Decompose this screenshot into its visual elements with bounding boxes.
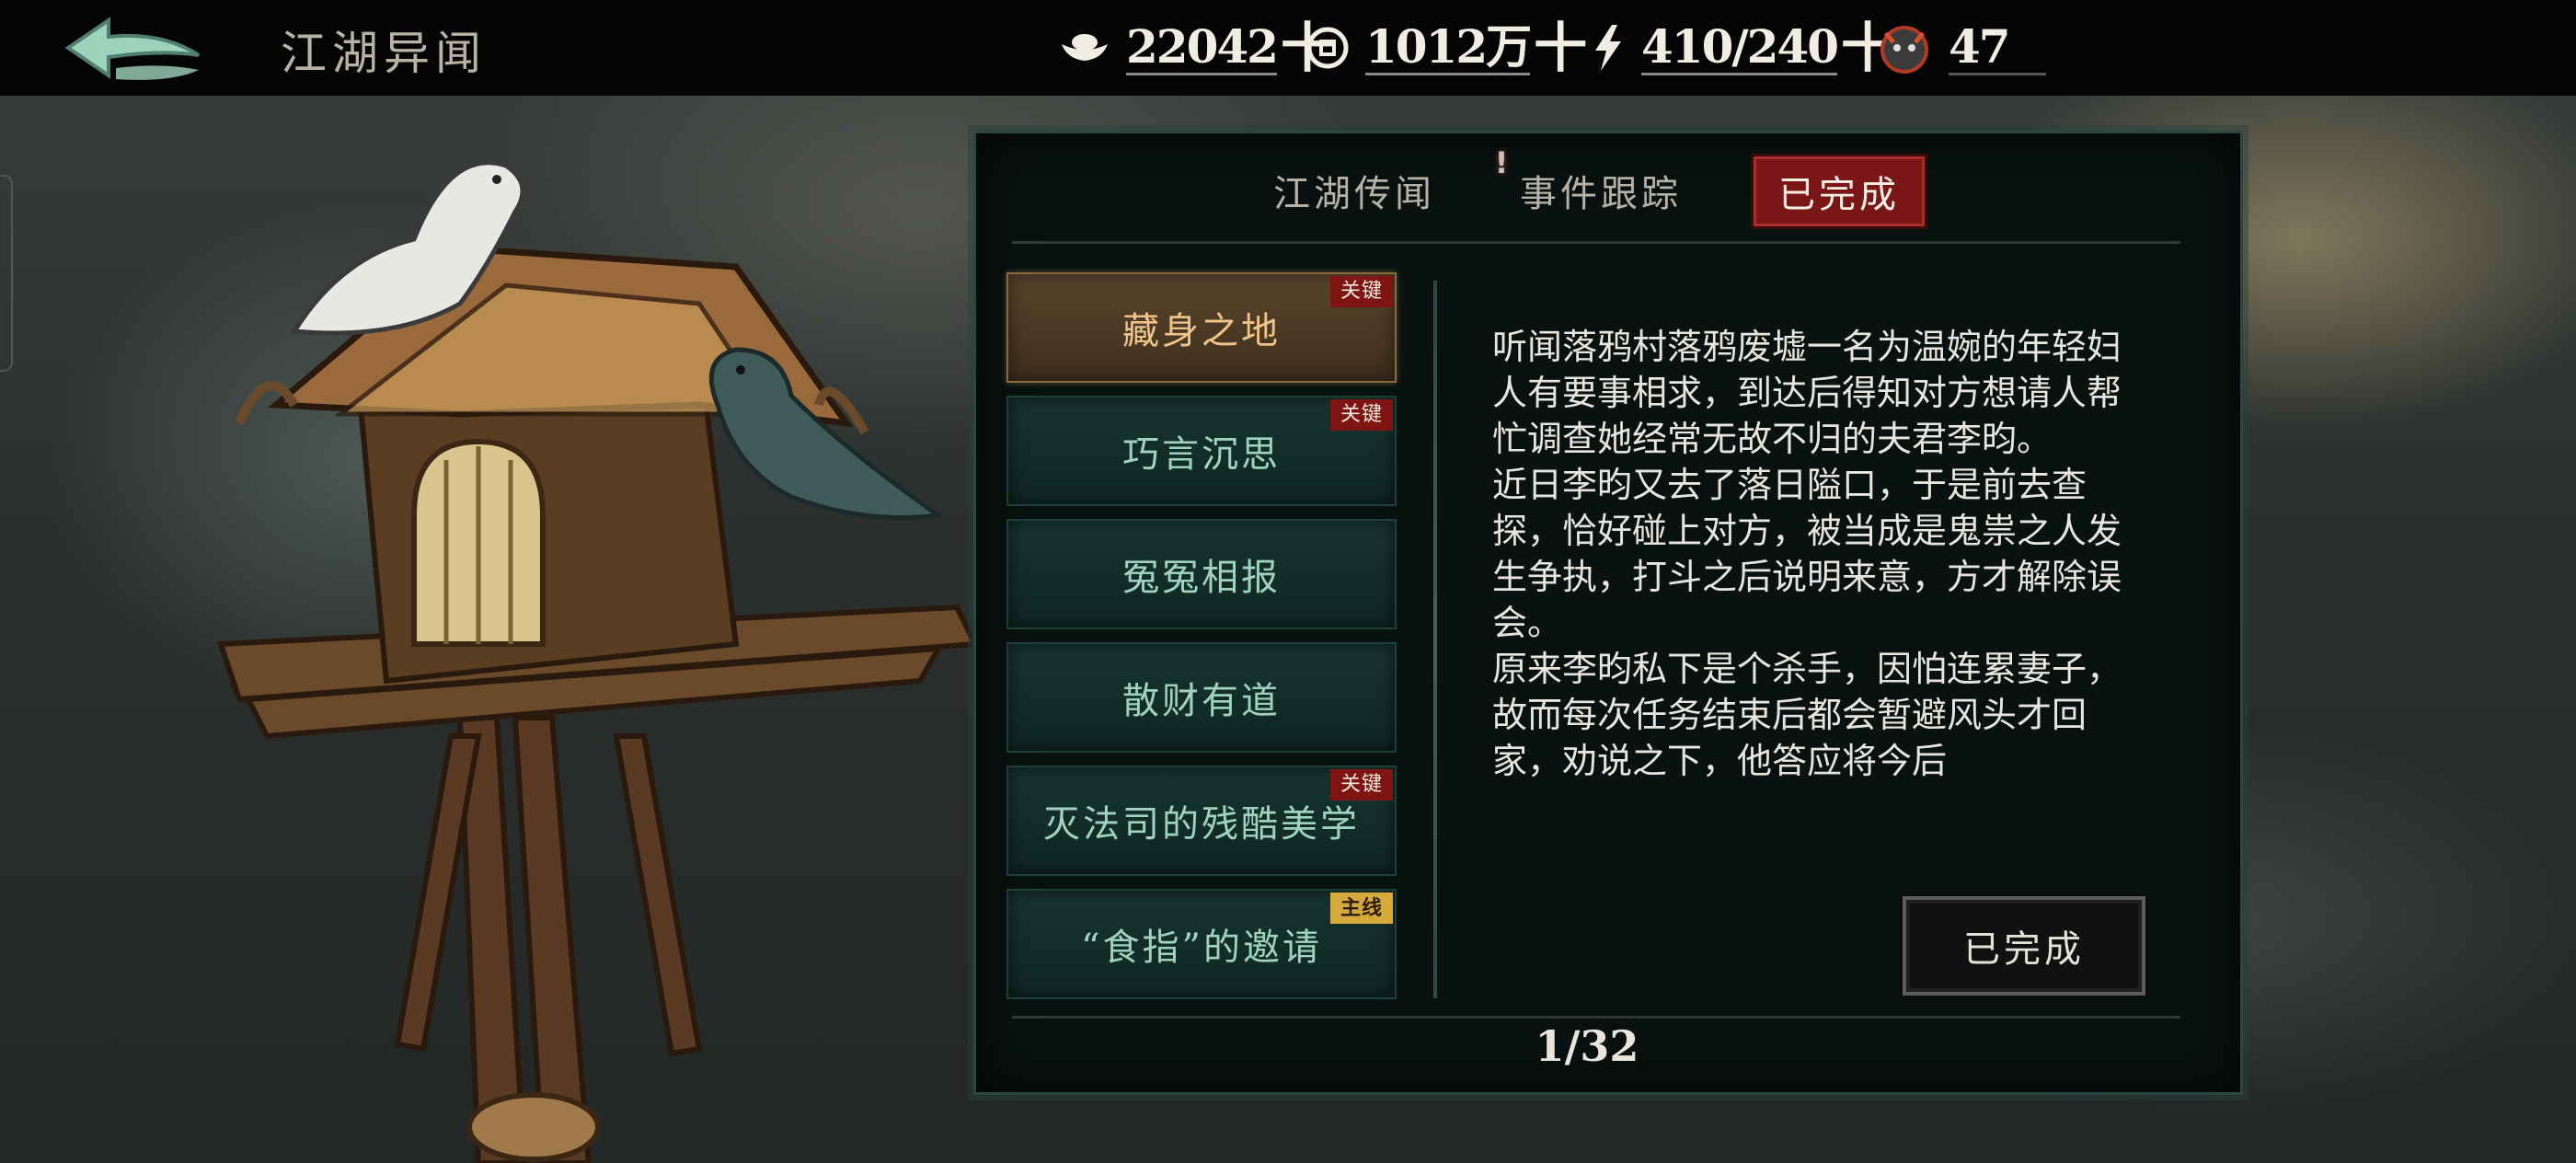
lightning-icon bbox=[1592, 25, 1625, 71]
tab-rumors[interactable]: 江湖传闻 bbox=[1273, 164, 1435, 217]
event-item-invitation[interactable]: “食指”的邀请 主线 bbox=[1006, 889, 1397, 999]
event-item-cruel-aesthetics[interactable]: 灭法司的残酷美学 关键 bbox=[1006, 766, 1397, 876]
description-paragraph: 听闻落鸦村落鸦废墟一名为温婉的年轻妇人有要事相求，到达后得知对方想请人帮忙调查她… bbox=[1492, 327, 2122, 459]
copper-coin-icon bbox=[1306, 27, 1349, 69]
demon-mask-icon bbox=[1877, 20, 1932, 75]
event-description[interactable]: 听闻落鸦村落鸦废墟一名为温婉的年轻妇人有要事相求，到达后得知对方想请人帮忙调查她… bbox=[1492, 324, 2136, 816]
pigeon-post-artwork bbox=[216, 160, 980, 1163]
event-item-revenge[interactable]: 冤冤相报 bbox=[1006, 519, 1397, 629]
key-tag: 关键 bbox=[1330, 399, 1393, 431]
tab-completed[interactable]: 已完成 bbox=[1754, 156, 1925, 226]
event-item-giving-wealth[interactable]: 散财有道 bbox=[1006, 642, 1397, 753]
silver-ingot-icon bbox=[1060, 31, 1110, 64]
description-paragraph: 近日李昀又去了落日隘口，于是前去查探，恰好碰上对方，被当成是鬼祟之人发生争执，打… bbox=[1492, 465, 2122, 643]
event-label: 巧言沉思 bbox=[1122, 433, 1281, 476]
page-title: 江湖异闻 bbox=[281, 27, 487, 80]
event-label: 灭法司的残酷美学 bbox=[1043, 803, 1360, 846]
coin-resource: 1012万十 bbox=[1306, 20, 1587, 75]
event-label: “食指”的邀请 bbox=[1081, 927, 1322, 969]
side-drawer-handle[interactable] bbox=[0, 175, 13, 372]
completed-status-button[interactable]: 已完成 bbox=[1903, 896, 2145, 996]
top-bar: 江湖异闻 22042 十 1012万十 410/240 十 47 bbox=[0, 0, 2576, 96]
back-arrow-icon bbox=[64, 17, 201, 80]
list-divider bbox=[1433, 281, 1437, 998]
description-paragraph: 原来李昀私下是个杀手，因怕连累妻子，故而每次任务结束后都会暂避风头才回家，劝说之… bbox=[1492, 649, 2122, 781]
key-tag: 关键 bbox=[1330, 276, 1393, 307]
dark-pigeon bbox=[708, 347, 945, 520]
alert-exclamation-icon: ! bbox=[1494, 145, 1509, 180]
divider bbox=[1012, 1016, 2180, 1019]
tab-event-tracking[interactable]: 事件跟踪 bbox=[1520, 164, 1682, 217]
energy-resource: 410/240 十 bbox=[1592, 20, 1894, 75]
event-item-hideout[interactable]: 藏身之地 关键 bbox=[1006, 272, 1397, 383]
page-indicator: 1/32 bbox=[1535, 1021, 1639, 1071]
silver-resource: 22042 十 bbox=[1060, 20, 1334, 75]
event-label: 冤冤相报 bbox=[1122, 557, 1281, 599]
level-resource: 47 bbox=[1877, 20, 2046, 75]
event-label: 藏身之地 bbox=[1122, 310, 1281, 352]
divider bbox=[1012, 241, 2180, 244]
event-label: 散财有道 bbox=[1122, 680, 1281, 722]
main-quest-tag: 主线 bbox=[1330, 892, 1393, 924]
event-item-clever-words[interactable]: 巧言沉思 关键 bbox=[1006, 396, 1397, 506]
back-button[interactable] bbox=[61, 15, 208, 85]
key-tag: 关键 bbox=[1330, 769, 1393, 800]
